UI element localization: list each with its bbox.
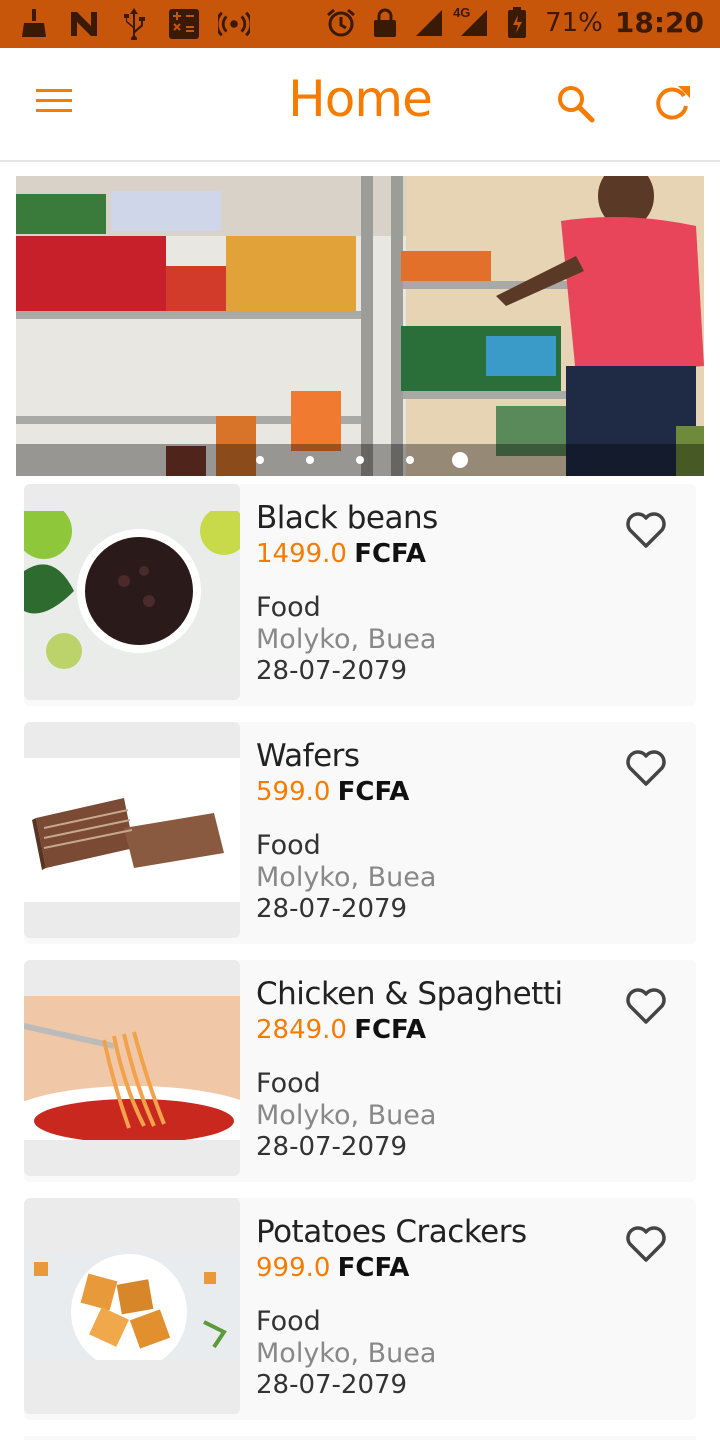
product-category: Food: [256, 830, 321, 861]
product-category: Food: [256, 592, 321, 623]
banner-image: [16, 176, 704, 476]
favorite-heart-icon[interactable]: [624, 510, 672, 554]
carousel-dot[interactable]: [406, 456, 414, 464]
product-price: 999.0 FCFA: [256, 1253, 410, 1283]
product-date: 28-07-2079: [256, 1370, 408, 1400]
product-name: Wafers: [256, 738, 360, 774]
carousel-dot[interactable]: [356, 456, 364, 464]
product-date: 28-07-2079: [256, 656, 408, 686]
product-image: [24, 722, 240, 938]
product-card[interactable]: Black beans 1499.0 FCFA Food Molyko, Bue…: [24, 484, 696, 706]
favorite-heart-icon[interactable]: [624, 986, 672, 1030]
product-location: Molyko, Buea: [256, 862, 437, 893]
product-location: Molyko, Buea: [256, 1100, 437, 1131]
product-name: Black beans: [256, 500, 438, 536]
product-name: Chicken & Spaghetti: [256, 976, 563, 1012]
product-date: 28-07-2079: [256, 894, 408, 924]
carousel-dot[interactable]: [256, 456, 264, 464]
signal-4g-icon: 4G: [453, 5, 489, 39]
clock-time: 18:20: [614, 6, 704, 39]
favorite-heart-icon[interactable]: [624, 1224, 672, 1268]
product-location: Molyko, Buea: [256, 624, 437, 655]
n-logo-icon: [68, 8, 100, 40]
hotspot-icon: [218, 8, 250, 40]
product-image: [24, 960, 240, 1176]
favorite-heart-icon[interactable]: [624, 748, 672, 792]
page-title: Home: [288, 70, 433, 128]
product-location: Molyko, Buea: [256, 1338, 437, 1369]
lock-icon: [369, 7, 401, 39]
app-bar: Home: [0, 48, 720, 162]
product-image: [24, 484, 240, 700]
alarm-icon: [325, 7, 357, 39]
product-card-partial[interactable]: [24, 1436, 696, 1440]
product-card[interactable]: Chicken & Spaghetti 2849.0 FCFA Food Mol…: [24, 960, 696, 1182]
broom-icon: [18, 8, 50, 40]
usb-icon: [118, 8, 150, 40]
carousel-indicator: [16, 444, 704, 476]
product-price: 2849.0 FCFA: [256, 1015, 426, 1045]
search-icon[interactable]: [552, 80, 600, 128]
product-price: 1499.0 FCFA: [256, 539, 426, 569]
calculator-icon: [168, 8, 200, 40]
product-price: 599.0 FCFA: [256, 777, 410, 807]
status-bar: 4G 71% 18:20: [0, 0, 720, 48]
product-category: Food: [256, 1068, 321, 1099]
refresh-icon[interactable]: [648, 80, 696, 128]
carousel-dot[interactable]: [306, 456, 314, 464]
carousel-dot-active[interactable]: [452, 452, 468, 468]
product-category: Food: [256, 1306, 321, 1337]
product-date: 28-07-2079: [256, 1132, 408, 1162]
banner-carousel[interactable]: [16, 176, 704, 476]
signal-icon: [413, 7, 445, 39]
product-card[interactable]: Wafers 599.0 FCFA Food Molyko, Buea 28-0…: [24, 722, 696, 944]
battery-icon: [501, 6, 533, 39]
product-image: [24, 1198, 240, 1414]
product-card[interactable]: Potatoes Crackers 999.0 FCFA Food Molyko…: [24, 1198, 696, 1420]
product-name: Potatoes Crackers: [256, 1214, 527, 1250]
battery-percent: 71%: [545, 7, 603, 38]
